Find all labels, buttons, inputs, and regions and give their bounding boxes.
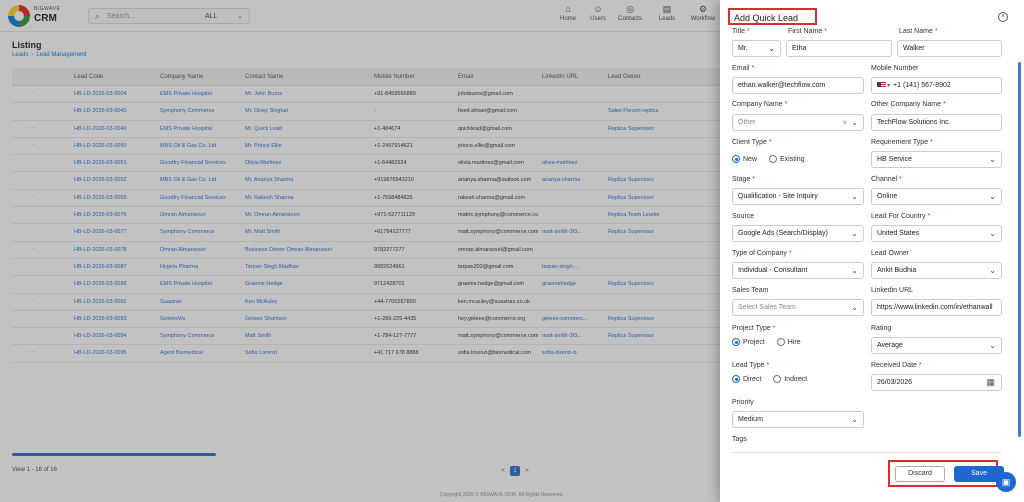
lead-owner-label: Lead Owner bbox=[871, 250, 910, 257]
requirement-type-label: Requirement Type * bbox=[871, 139, 933, 146]
chevron-down-icon: ⌄ bbox=[851, 192, 858, 201]
title-label: Title * bbox=[732, 28, 750, 35]
title-select[interactable]: Mr. ⌄ bbox=[732, 40, 781, 57]
chevron-down-icon: ⌄ bbox=[768, 44, 775, 53]
sales-team-label: Sales Team bbox=[732, 287, 769, 294]
chevron-down-icon: ⌄ bbox=[989, 155, 996, 164]
stage-label: Stage * bbox=[732, 176, 755, 183]
source-select[interactable]: Google Ads (Search/Display) ⌄ bbox=[732, 225, 864, 242]
chevron-down-icon: ⌄ bbox=[989, 341, 996, 350]
linkedin-url-label: Linkedin URL bbox=[871, 287, 914, 294]
document-icon: ▣ bbox=[1001, 477, 1011, 487]
last-name-input[interactable]: Walker bbox=[897, 40, 1002, 57]
client-type-radio-group: New Existing bbox=[732, 155, 814, 163]
help-fab-button[interactable]: ▣ bbox=[996, 472, 1016, 492]
chevron-down-icon: ⌄ bbox=[851, 303, 858, 312]
company-name-label: Company Name * bbox=[732, 101, 788, 108]
project-type-project[interactable]: Project bbox=[732, 338, 765, 346]
us-flag-icon[interactable] bbox=[877, 82, 886, 89]
drawer-title-highlight: Add Quick Lead bbox=[728, 8, 817, 25]
discard-button[interactable]: Discard bbox=[895, 466, 945, 482]
email-label: Email * bbox=[732, 65, 755, 72]
linkedin-url-input[interactable]: https://www.linkedin.com/in/ethanwall bbox=[871, 299, 1002, 316]
tags-input[interactable]: Tags bbox=[732, 436, 747, 443]
lead-owner-select[interactable]: Ankit Budhia ⌄ bbox=[871, 262, 1002, 279]
project-type-label: Project Type * bbox=[732, 325, 776, 332]
tags-divider bbox=[732, 452, 1002, 453]
requirement-type-select[interactable]: HB Service ⌄ bbox=[871, 151, 1002, 168]
lead-type-indirect[interactable]: Indirect bbox=[773, 375, 807, 383]
chevron-down-icon: ⌄ bbox=[851, 118, 858, 127]
drawer-title: Add Quick Lead bbox=[734, 13, 799, 23]
channel-select[interactable]: Online ⌄ bbox=[871, 188, 1002, 205]
chevron-down-icon: ⌄ bbox=[851, 229, 858, 238]
type-of-company-select[interactable]: Individual - Consultant ⌄ bbox=[732, 262, 864, 279]
chevron-down-icon: ⌄ bbox=[989, 192, 996, 201]
received-date-input[interactable]: 26/03/2026 ▦ bbox=[871, 374, 1002, 391]
project-type-hire[interactable]: Hire bbox=[776, 338, 801, 346]
company-name-select[interactable]: Other × ⌄ bbox=[732, 114, 864, 131]
channel-label: Channel * bbox=[871, 176, 902, 183]
chevron-down-icon: ⌄ bbox=[989, 229, 996, 238]
lead-country-select[interactable]: United States ⌄ bbox=[871, 225, 1002, 242]
clear-icon[interactable]: × bbox=[842, 118, 847, 127]
project-type-radio-group: Project Hire bbox=[732, 338, 811, 346]
mobile-label: Mobile Number bbox=[871, 65, 919, 72]
lead-type-label: Lead Type * bbox=[732, 362, 770, 369]
source-label: Source bbox=[732, 213, 755, 220]
client-type-label: Client Type * bbox=[732, 139, 772, 146]
other-company-label: Other Company Name * bbox=[871, 101, 946, 108]
rating-label: Rating bbox=[871, 325, 892, 332]
email-field[interactable]: ethan.walker@techflow.com bbox=[732, 77, 864, 94]
received-date-label: Received Date * bbox=[871, 362, 922, 369]
last-name-label: Last Name * bbox=[899, 28, 938, 35]
chevron-down-icon: ⌄ bbox=[989, 266, 996, 275]
mobile-field[interactable]: ▾ +1 (141) 567-8902 bbox=[871, 77, 1002, 94]
lead-country-label: Lead For Country * bbox=[871, 213, 931, 220]
chevron-down-icon: ⌄ bbox=[851, 266, 858, 275]
type-of-company-label: Type of Company * bbox=[732, 250, 792, 257]
other-company-input[interactable]: TechFlow Solutions Inc. bbox=[871, 114, 1002, 131]
first-name-label: First Name * bbox=[788, 28, 827, 35]
lead-type-direct[interactable]: Direct bbox=[732, 375, 761, 383]
priority-label: Priority bbox=[732, 399, 754, 406]
priority-select[interactable]: Medium ⌄ bbox=[732, 411, 864, 428]
close-icon[interactable]: × bbox=[998, 12, 1008, 22]
lead-type-radio-group: Direct Indirect bbox=[732, 375, 817, 383]
calendar-icon[interactable]: ▦ bbox=[986, 377, 995, 388]
chevron-down-icon: ⌄ bbox=[851, 415, 858, 424]
rating-select[interactable]: Average ⌄ bbox=[871, 337, 1002, 354]
client-type-existing[interactable]: Existing bbox=[768, 155, 804, 163]
sales-team-select[interactable]: Select Sales Team ⌄ bbox=[732, 299, 864, 316]
client-type-new[interactable]: New bbox=[732, 155, 757, 163]
chevron-down-icon: ▾ bbox=[887, 83, 891, 89]
stage-select[interactable]: Qualification - Site Inquiry ⌄ bbox=[732, 188, 864, 205]
first-name-input[interactable]: Etha bbox=[786, 40, 892, 57]
drawer-scrollbar[interactable] bbox=[1018, 62, 1021, 437]
